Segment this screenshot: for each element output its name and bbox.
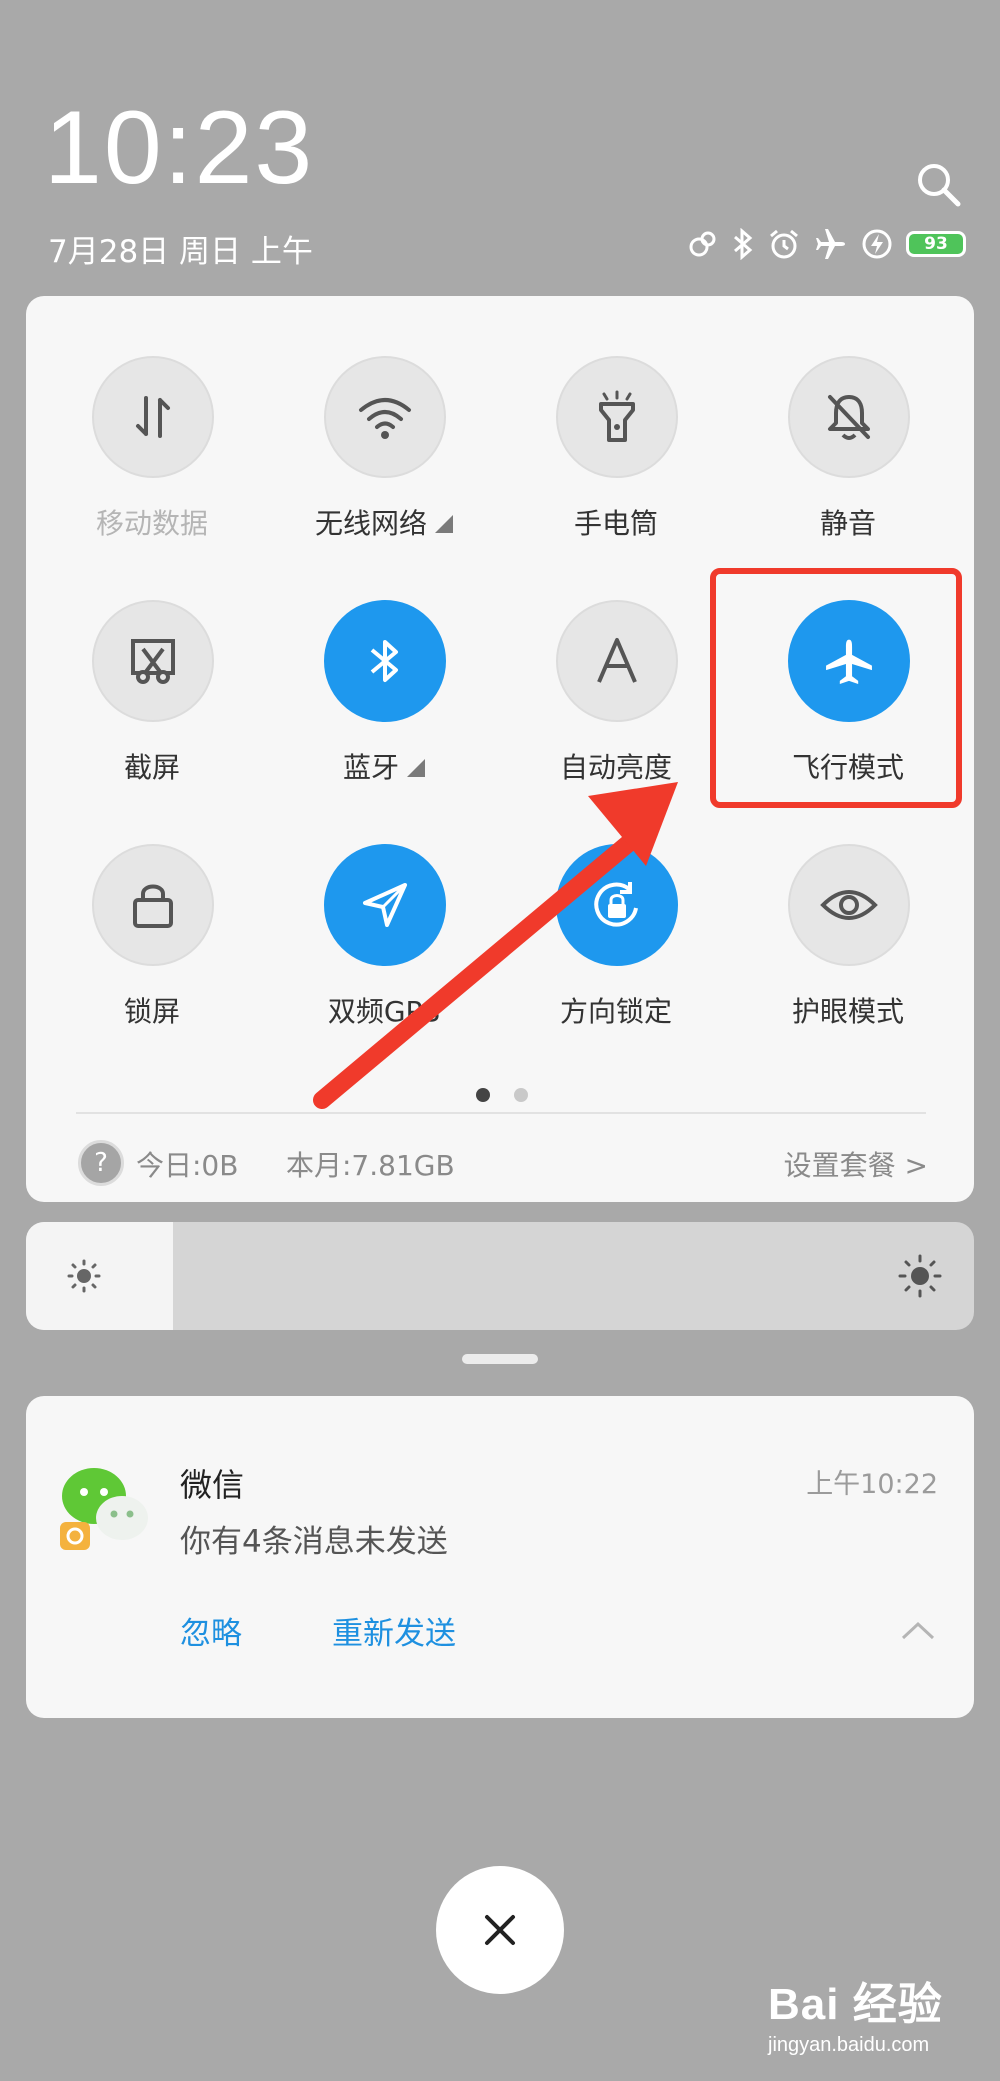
divider	[76, 1112, 926, 1114]
brightness-slider[interactable]	[26, 1222, 974, 1330]
notification-app-name: 微信	[180, 1466, 245, 1504]
alarm-icon	[770, 229, 798, 259]
set-plan-link[interactable]: 设置套餐 >	[784, 1144, 928, 1184]
date-text: 7月28日 周日 上午	[48, 234, 313, 270]
tile-label: 静音	[819, 507, 876, 540]
tile-screenshot[interactable]: 截屏	[52, 600, 252, 800]
help-icon[interactable]: ?	[78, 1140, 124, 1186]
notification-time: 上午10:22	[806, 1469, 938, 1500]
page-dot-2[interactable]	[514, 1088, 528, 1102]
tile-eye-care[interactable]: 护眼模式	[748, 844, 948, 1044]
close-icon	[485, 1915, 515, 1945]
page-dot-1[interactable]	[476, 1088, 490, 1102]
search-icon[interactable]	[914, 160, 962, 208]
lock-icon	[92, 844, 214, 966]
watermark-url: jingyan.baidu.com	[768, 2034, 930, 2056]
status-bar-icons: 93	[688, 228, 966, 260]
tile-mobile-data[interactable]: 移动数据	[52, 356, 252, 556]
wechat-icon	[58, 1462, 158, 1552]
resend-button[interactable]: 重新发送	[332, 1608, 456, 1653]
tile-label: 手电筒	[573, 507, 658, 540]
tile-label: 移动数据	[95, 507, 208, 540]
tile-label: 蓝牙	[284, 746, 484, 786]
tile-label: 锁屏	[123, 995, 180, 1028]
notification-message: 你有4条消息未发送	[180, 1524, 448, 1560]
bell-off-icon	[788, 356, 910, 478]
tile-rotation-lock[interactable]: 方向锁定	[516, 844, 716, 1044]
tile-lock-screen[interactable]: 锁屏	[52, 844, 252, 1044]
scissors-icon	[92, 600, 214, 722]
airplane-icon	[816, 229, 845, 259]
drag-handle[interactable]	[462, 1354, 538, 1364]
flashlight-icon	[556, 356, 678, 478]
ignore-button[interactable]: 忽略	[180, 1608, 242, 1653]
hotspot-icon	[689, 231, 716, 257]
wifi-icon	[324, 356, 446, 478]
brightness-low-icon	[67, 1259, 101, 1293]
charging-icon	[862, 229, 892, 259]
tile-flashlight[interactable]: 手电筒	[516, 356, 716, 556]
tile-silent[interactable]: 静音	[748, 356, 948, 556]
tile-wifi[interactable]: 无线网络	[284, 356, 484, 556]
eye-icon	[788, 844, 910, 966]
expand-triangle-icon	[407, 759, 425, 777]
data-usage-row: ? 今日:0B 本月:7.81GB 设置套餐 >	[78, 1136, 928, 1186]
bluetooth-icon	[324, 600, 446, 722]
expand-triangle-icon	[435, 515, 453, 533]
tile-label: 双频GPS	[327, 995, 441, 1028]
tile-label: 方向锁定	[559, 995, 672, 1028]
notification-card[interactable]: 微信 你有4条消息未发送 上午10:22 忽略 重新发送	[26, 1396, 974, 1718]
annotation-highlight-box	[710, 568, 962, 808]
rotation-lock-icon	[556, 844, 678, 966]
tile-label: 自动亮度	[559, 751, 672, 784]
battery-icon: 93	[906, 231, 966, 257]
close-button[interactable]	[436, 1866, 564, 1994]
arrows-updown-icon	[92, 356, 214, 478]
navigation-icon	[324, 844, 446, 966]
tile-bluetooth[interactable]: 蓝牙	[284, 600, 484, 800]
bluetooth-icon	[734, 228, 753, 260]
clock-time: 10:23	[44, 90, 315, 206]
tile-label: 截屏	[123, 751, 180, 784]
chevron-up-icon[interactable]	[900, 1618, 936, 1642]
watermark: Bai 经验 jingyan.baidu.com	[768, 1968, 943, 2057]
page-indicator[interactable]	[476, 1088, 528, 1102]
data-usage-today: 今日:0B	[136, 1149, 239, 1182]
tile-auto-brightness[interactable]: 自动亮度	[516, 600, 716, 800]
tile-label: 护眼模式	[791, 995, 904, 1028]
watermark-logo: Bai 经验	[768, 1980, 943, 2029]
data-usage-month: 本月:7.81GB	[286, 1149, 455, 1182]
brightness-high-icon	[898, 1254, 942, 1298]
letter-a-icon	[556, 600, 678, 722]
tile-label: 无线网络	[284, 502, 484, 542]
battery-level: 93	[924, 234, 948, 254]
tile-gps[interactable]: 双频GPS	[284, 844, 484, 1044]
